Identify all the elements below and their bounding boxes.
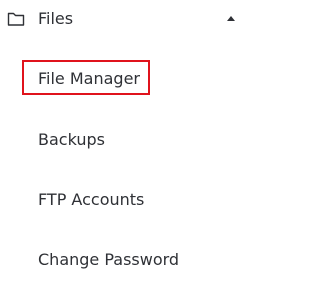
files-menu: Files File Manager Backups FTP Accounts … bbox=[0, 0, 263, 308]
menu-item-backups[interactable]: Backups bbox=[22, 119, 252, 163]
menu-item-file-manager[interactable]: File Manager bbox=[22, 57, 252, 101]
menu-item-change-password[interactable]: Change Password bbox=[22, 239, 252, 283]
menu-item-label: Change Password bbox=[38, 250, 180, 269]
menu-item-ftp-accounts[interactable]: FTP Accounts bbox=[22, 179, 252, 223]
folder-icon bbox=[7, 12, 25, 26]
menu-item-label: File Manager bbox=[38, 69, 140, 88]
menu-item-label: Backups bbox=[38, 130, 105, 149]
files-group-label: Files bbox=[38, 9, 74, 28]
chevron-up-icon[interactable] bbox=[226, 14, 236, 22]
menu-item-label: FTP Accounts bbox=[38, 190, 145, 209]
files-group-header[interactable]: Files bbox=[0, 0, 263, 40]
